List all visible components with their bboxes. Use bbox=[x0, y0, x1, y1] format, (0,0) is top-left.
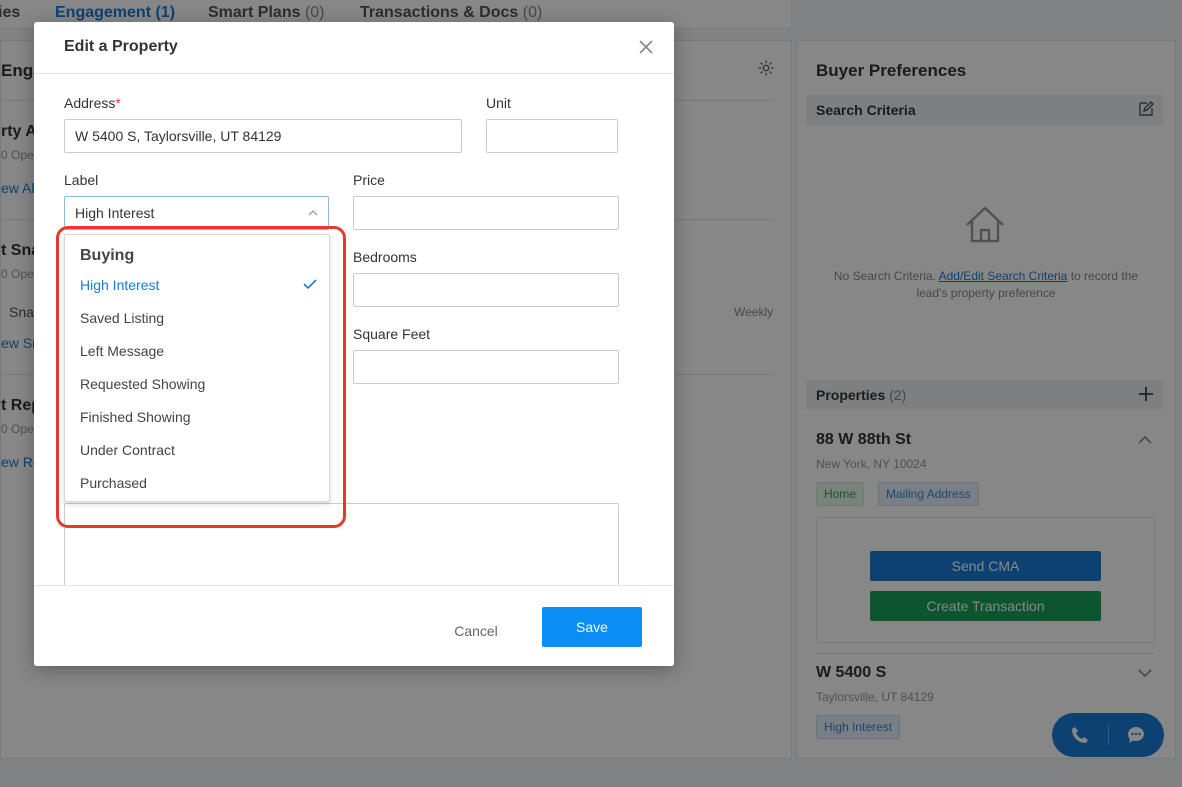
cancel-button[interactable]: Cancel bbox=[444, 619, 508, 643]
dropdown-option-purchased[interactable]: Purchased bbox=[80, 475, 147, 491]
label-dropdown-menu: Buying High Interest Saved Listing Left … bbox=[64, 234, 330, 502]
save-button[interactable]: Save bbox=[542, 607, 642, 647]
price-input[interactable] bbox=[353, 196, 619, 230]
unit-input[interactable] bbox=[486, 119, 618, 153]
dropdown-option-left-message[interactable]: Left Message bbox=[80, 343, 164, 359]
modal-title: Edit a Property bbox=[64, 38, 178, 55]
dropdown-option-finished-showing[interactable]: Finished Showing bbox=[80, 409, 191, 425]
square-feet-label: Square Feet bbox=[353, 326, 431, 342]
square-feet-input[interactable] bbox=[353, 350, 619, 384]
checkmark-icon bbox=[303, 279, 317, 290]
modal-footer: Cancel Save bbox=[34, 586, 674, 666]
dropdown-option-under-contract[interactable]: Under Contract bbox=[80, 442, 175, 458]
close-icon[interactable] bbox=[638, 39, 654, 55]
address-label: Address* bbox=[64, 95, 121, 111]
dropdown-group-heading: Buying bbox=[80, 247, 135, 264]
dropdown-option-high-interest[interactable]: High Interest bbox=[80, 277, 159, 293]
unit-label: Unit bbox=[486, 95, 511, 111]
label-select-value: High Interest bbox=[75, 205, 155, 221]
label-select[interactable]: High Interest bbox=[64, 196, 329, 230]
price-label: Price bbox=[353, 172, 385, 188]
address-input[interactable]: W 5400 S, Taylorsville, UT 84129 bbox=[64, 119, 462, 153]
dropdown-option-requested-showing[interactable]: Requested Showing bbox=[80, 376, 205, 392]
bedrooms-label: Bedrooms bbox=[353, 249, 417, 265]
divider bbox=[34, 73, 674, 74]
label-label: Label bbox=[64, 172, 99, 188]
bedrooms-input[interactable] bbox=[353, 273, 619, 307]
chevron-up-icon bbox=[308, 210, 318, 216]
dropdown-option-saved-listing[interactable]: Saved Listing bbox=[80, 310, 164, 326]
